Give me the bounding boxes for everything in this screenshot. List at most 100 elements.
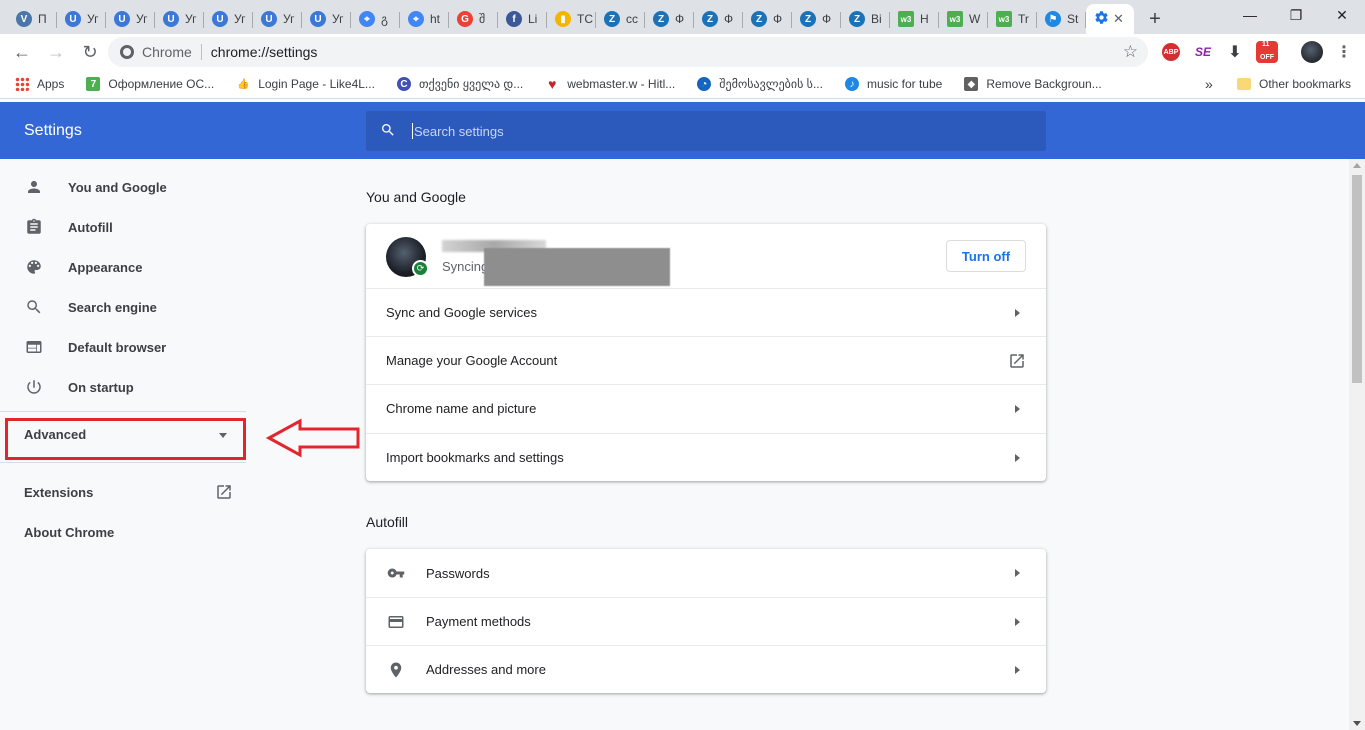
tab-label: П (38, 12, 47, 26)
menu-kebab-icon[interactable]: ⋮ (1333, 41, 1355, 63)
sidebar-item-label: Autofill (68, 219, 113, 235)
sidebar-item-extensions[interactable]: Extensions (24, 485, 93, 500)
browser-tab[interactable]: ⌖ გ (351, 4, 400, 34)
coupon-off-extension-icon[interactable]: OFF 11 (1255, 41, 1279, 63)
u-icon: U (163, 11, 179, 27)
browser-tab[interactable]: U Уг (253, 4, 302, 34)
sidebar-item-search-engine[interactable]: Search engine (24, 297, 157, 317)
page-scrollbar[interactable] (1349, 159, 1365, 730)
bookmark-label: თქვენი ყველა დ... (418, 77, 524, 91)
annotation-arrow-icon (266, 418, 360, 458)
bookmark-item[interactable]: ♪ music for tube (844, 77, 942, 91)
autofill-card: Passwords Payment methods Addresses and … (366, 549, 1046, 693)
folder-icon (1237, 78, 1251, 90)
bookmarks-bar: Apps 7 Оформление ОС... 👍 Login Page - Like4… (0, 70, 1365, 99)
browser-tab[interactable]: U Уг (204, 4, 253, 34)
address-bar[interactable]: Chrome chrome://settings ☆ (108, 37, 1148, 67)
browser-tab[interactable]: ⌖ ht (400, 4, 449, 34)
passwords-row[interactable]: Passwords (366, 549, 1046, 597)
sidebar-item-you-and-google[interactable]: You and Google (24, 177, 167, 197)
browser-tab[interactable]: U Уг (57, 4, 106, 34)
browser-tab[interactable]: ZФ (743, 4, 792, 34)
turn-off-sync-button[interactable]: Turn off (946, 240, 1026, 272)
browser-tab[interactable]: ZФ (694, 4, 743, 34)
bookmarks-overflow-button[interactable]: » (1205, 76, 1213, 92)
tab-label: cc (626, 12, 638, 26)
tab-label: Уг (185, 12, 197, 26)
browser-tab[interactable]: f Li (498, 4, 547, 34)
minimize-button[interactable]: — (1227, 0, 1273, 30)
row-label: Import bookmarks and settings (386, 450, 564, 465)
url-text[interactable]: chrome://settings (211, 44, 318, 60)
google-icon: G (457, 11, 473, 27)
payment-methods-row[interactable]: Payment methods (366, 597, 1046, 645)
advanced-toggle[interactable]: Advanced (24, 427, 86, 442)
settings-search[interactable] (366, 111, 1046, 151)
bookmark-item[interactable]: ◆ Remove Backgroun... (964, 77, 1102, 91)
browser-tab[interactable]: w3 W (939, 4, 988, 34)
bookmark-item[interactable]: Cთქვენი ყველა დ... (396, 77, 524, 91)
manage-google-account-row[interactable]: Manage your Google Account (366, 336, 1046, 384)
sidebar-item-default-browser[interactable]: Default browser (24, 337, 166, 357)
browser-tab[interactable]: U Уг (155, 4, 204, 34)
bookmark-item[interactable]: ◔ შემოსავლების ს... (697, 77, 823, 91)
tab-label: Уг (234, 12, 246, 26)
sidebar-item-autofill[interactable]: Autofill (24, 217, 113, 237)
bookmark-item[interactable]: 👍 Login Page - Like4L... (236, 77, 375, 91)
site-info-chip[interactable]: Chrome (120, 44, 202, 60)
close-tab-icon[interactable]: ✕ (1113, 11, 1124, 27)
scroll-thumb[interactable] (1352, 175, 1362, 383)
bookmark-item[interactable]: ♥ webmaster.w - Hitl... (545, 76, 675, 92)
browser-tab[interactable]: w3 H (890, 4, 939, 34)
sidebar-item-appearance[interactable]: Appearance (24, 257, 142, 277)
browser-tab[interactable]: U Уг (106, 4, 155, 34)
search-input[interactable] (414, 123, 974, 139)
z-icon: Z (849, 11, 865, 27)
location-pin-icon: ⌖ (359, 11, 375, 27)
browser-tab[interactable]: ZФ (792, 4, 841, 34)
restore-button[interactable]: ❐ (1273, 0, 1319, 30)
sidebar-item-label: On startup (68, 379, 134, 395)
browser-tab[interactable]: ▮ TC (547, 4, 596, 34)
sidebar-item-on-startup[interactable]: On startup (24, 377, 134, 397)
browser-tab[interactable]: ZФ (645, 4, 694, 34)
profile-avatar[interactable] (1301, 41, 1323, 63)
tab-settings[interactable]: ✕ (1086, 4, 1134, 34)
browser-tab[interactable]: Gშ (449, 4, 498, 34)
scroll-down-icon[interactable] (1353, 721, 1361, 726)
browser-tab[interactable]: U Уг (302, 4, 351, 34)
tab-label: St (1067, 12, 1079, 26)
se-extension-icon[interactable]: SE (1192, 41, 1214, 63)
back-button[interactable]: ← (6, 36, 38, 68)
forward-button[interactable]: → (40, 36, 72, 68)
settings-header: Settings (0, 102, 1365, 159)
facebook-icon: f (506, 11, 522, 27)
sync-and-google-services-row[interactable]: Sync and Google services (366, 288, 1046, 336)
scroll-up-icon[interactable] (1353, 163, 1361, 168)
other-bookmarks[interactable]: Other bookmarks (1237, 77, 1351, 91)
reload-button[interactable]: ↻ (74, 36, 106, 68)
bookmark-item[interactable]: 7 Оформление ОС... (86, 77, 214, 91)
download-icon[interactable]: ⬇ (1224, 41, 1246, 63)
tab-label: Уг (332, 12, 344, 26)
chevron-right-icon (1015, 569, 1020, 577)
row-label: Passwords (426, 565, 490, 581)
dropdown-arrow-icon[interactable] (219, 433, 227, 438)
bookmark-label: Remove Backgroun... (986, 77, 1102, 91)
chrome-name-and-picture-row[interactable]: Chrome name and picture (366, 384, 1046, 432)
browser-tab[interactable]: Zcc (596, 4, 645, 34)
browser-tab[interactable]: ⚑ St (1037, 4, 1086, 34)
bookmark-item[interactable]: Apps (15, 77, 64, 91)
addresses-row[interactable]: Addresses and more (366, 645, 1046, 693)
flag-icon: ⚑ (1045, 11, 1061, 27)
browser-tab[interactable]: w3 Tr (988, 4, 1037, 34)
import-bookmarks-row[interactable]: Import bookmarks and settings (366, 433, 1046, 481)
adblock-extension-icon[interactable]: ABP (1160, 41, 1182, 63)
new-tab-button[interactable]: + (1140, 4, 1170, 34)
browser-tab[interactable]: Z Ві (841, 4, 890, 34)
close-window-button[interactable]: ✕ (1319, 0, 1365, 30)
open-in-new-icon[interactable] (215, 483, 233, 504)
browser-tab[interactable]: VП (8, 4, 57, 34)
sidebar-item-about-chrome[interactable]: About Chrome (24, 525, 114, 540)
bookmark-star-icon[interactable]: ☆ (1123, 42, 1138, 62)
